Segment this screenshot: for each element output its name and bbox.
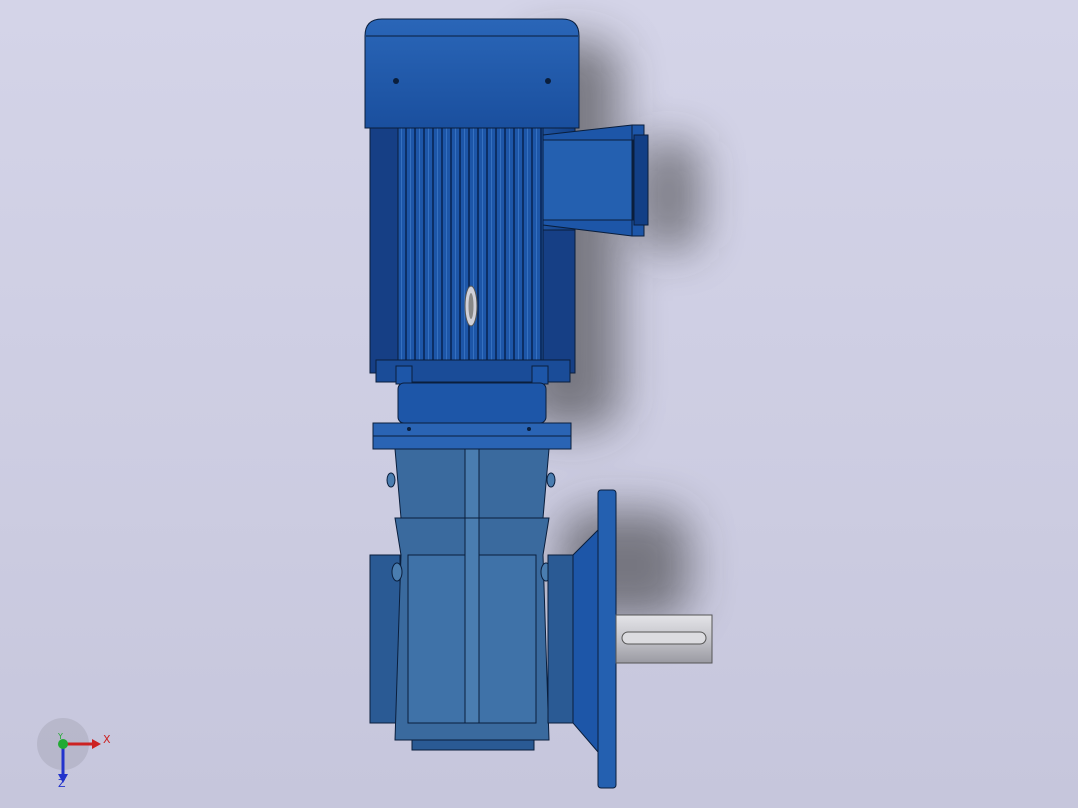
gearbox-lower[interactable] bbox=[369, 517, 574, 751]
motor-adapter[interactable] bbox=[372, 382, 572, 450]
y-axis-label: Y bbox=[58, 732, 63, 741]
terminal-box[interactable] bbox=[542, 124, 649, 237]
cap-screw-left bbox=[393, 78, 399, 84]
3d-viewport[interactable]: X Y Z bbox=[0, 0, 1078, 808]
cap-screw-right bbox=[545, 78, 551, 84]
z-axis-label: Z bbox=[58, 777, 66, 790]
orientation-triad[interactable] bbox=[37, 718, 101, 783]
shaft-keyway bbox=[621, 631, 707, 645]
gearbox-upper[interactable] bbox=[386, 448, 556, 519]
motor-end-cap[interactable] bbox=[364, 18, 580, 129]
gear-motor-model[interactable] bbox=[0, 0, 1078, 808]
output-shaft[interactable] bbox=[615, 614, 713, 664]
x-axis-label: X bbox=[103, 733, 111, 746]
